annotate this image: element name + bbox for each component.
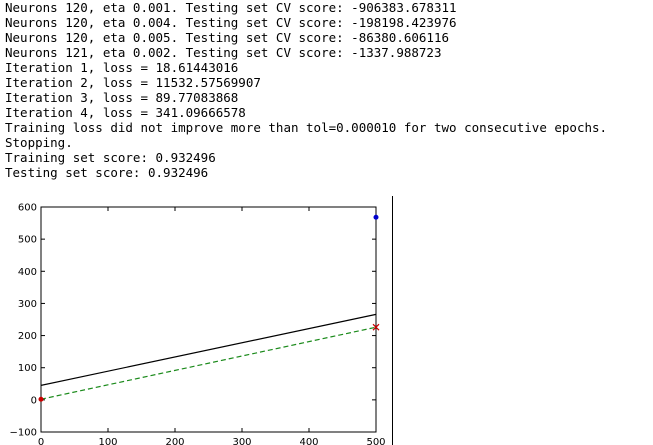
y-tick-label: 300 [18,299,37,310]
console-line: Neurons 120, eta 0.005. Testing set CV s… [5,30,450,45]
plot-area [40,206,377,433]
y-tick-label: 600 [18,203,37,214]
x-tick-label: 200 [165,437,184,445]
y-tick-label: 200 [18,331,37,342]
x-tick-label: 0 [38,437,44,445]
console-line: Neurons 120, eta 0.001. Testing set CV s… [5,0,457,15]
console-line: Iteration 3, loss = 89.77083868 [5,90,239,105]
console-output: Neurons 120, eta 0.001. Testing set CV s… [5,0,607,180]
y-tick-label: 0 [31,395,37,406]
y-tick-label: 400 [18,267,37,278]
console-line: Iteration 2, loss = 11532.57569907 [5,75,261,90]
console-line: Testing set score: 0.932496 [5,165,209,180]
y-tick-label: 100 [18,363,37,374]
console-line: Training set score: 0.932496 [5,150,216,165]
console-line: Neurons 121, eta 0.002. Testing set CV s… [5,45,442,60]
y-tick-label: −100 [10,428,37,439]
console-line: Stopping. [5,135,73,150]
x-tick-label: 300 [232,437,251,445]
x-tick-label: 100 [98,437,117,445]
console-line: Iteration 4, loss = 341.09666578 [5,105,246,120]
console-line: Training loss did not improve more than … [5,120,608,135]
dot-marker [38,396,44,402]
output-divider [392,196,393,445]
y-tick-label: 500 [18,235,37,246]
plot-figure: 0 100 200 300 400 5006005004003002001000−100 [10,203,386,445]
x-tick-label: 400 [299,437,318,445]
dot-marker [373,214,379,220]
console-line: Iteration 1, loss = 18.61443016 [5,60,239,75]
console-line: Neurons 120, eta 0.004. Testing set CV s… [5,15,457,30]
x-tick-label: 500 [366,437,385,445]
